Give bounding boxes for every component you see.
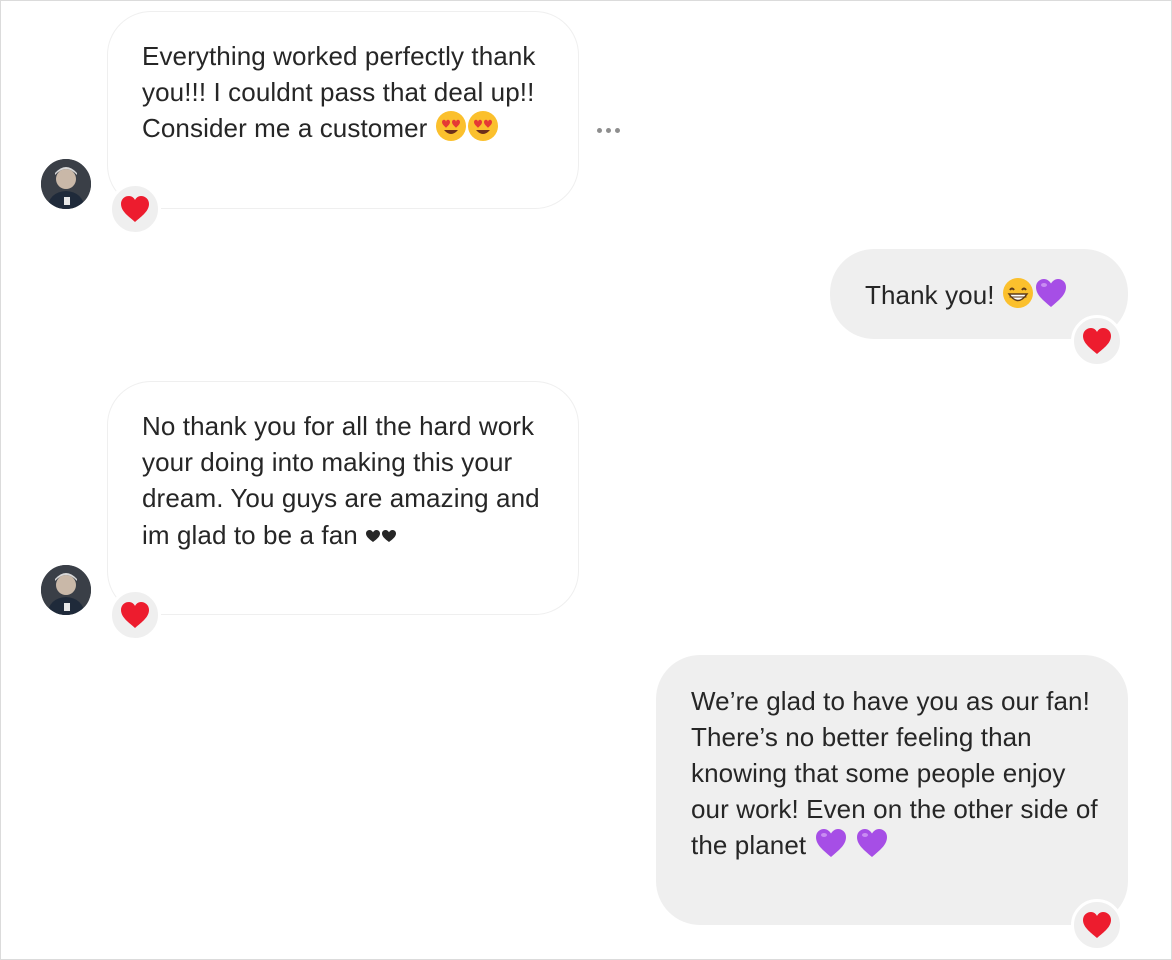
sender-avatar[interactable] [41, 159, 91, 209]
message-text: Thank you! [865, 277, 1068, 318]
incoming-message-bubble[interactable]: Everything worked perfectly thank you!!!… [107, 11, 579, 209]
dot-icon [615, 128, 620, 133]
reaction-badge[interactable] [1071, 899, 1123, 951]
reaction-badge[interactable] [109, 589, 161, 641]
red-heart-icon [121, 196, 149, 222]
outgoing-message-bubble[interactable]: We’re glad to have you as our fan! There… [656, 655, 1128, 925]
heart-eyes-emoji [467, 110, 499, 151]
red-heart-icon [1083, 912, 1111, 938]
red-heart-icon [121, 602, 149, 628]
reaction-badge[interactable] [109, 183, 161, 235]
dot-icon [606, 128, 611, 133]
purple-heart-emoji [1034, 277, 1068, 318]
purple-heart-emoji [814, 827, 848, 868]
black-heart-glyph [365, 516, 381, 552]
dot-icon [597, 128, 602, 133]
sender-avatar[interactable] [41, 565, 91, 615]
incoming-message-bubble[interactable]: No thank you for all the hard work your … [107, 381, 579, 615]
more-options-button[interactable] [597, 128, 620, 133]
message-text: We’re glad to have you as our fan! There… [691, 683, 1107, 868]
message-thread: Everything worked perfectly thank you!!!… [0, 0, 1172, 960]
heart-eyes-emoji [435, 110, 467, 151]
message-text: Everything worked perfectly thank you!!!… [142, 38, 544, 151]
red-heart-icon [1083, 328, 1111, 354]
grinning-emoji [1002, 277, 1034, 318]
message-text: No thank you for all the hard work your … [142, 411, 540, 552]
black-heart-glyph [381, 516, 397, 552]
purple-heart-emoji [855, 827, 889, 868]
reaction-badge[interactable] [1071, 315, 1123, 367]
